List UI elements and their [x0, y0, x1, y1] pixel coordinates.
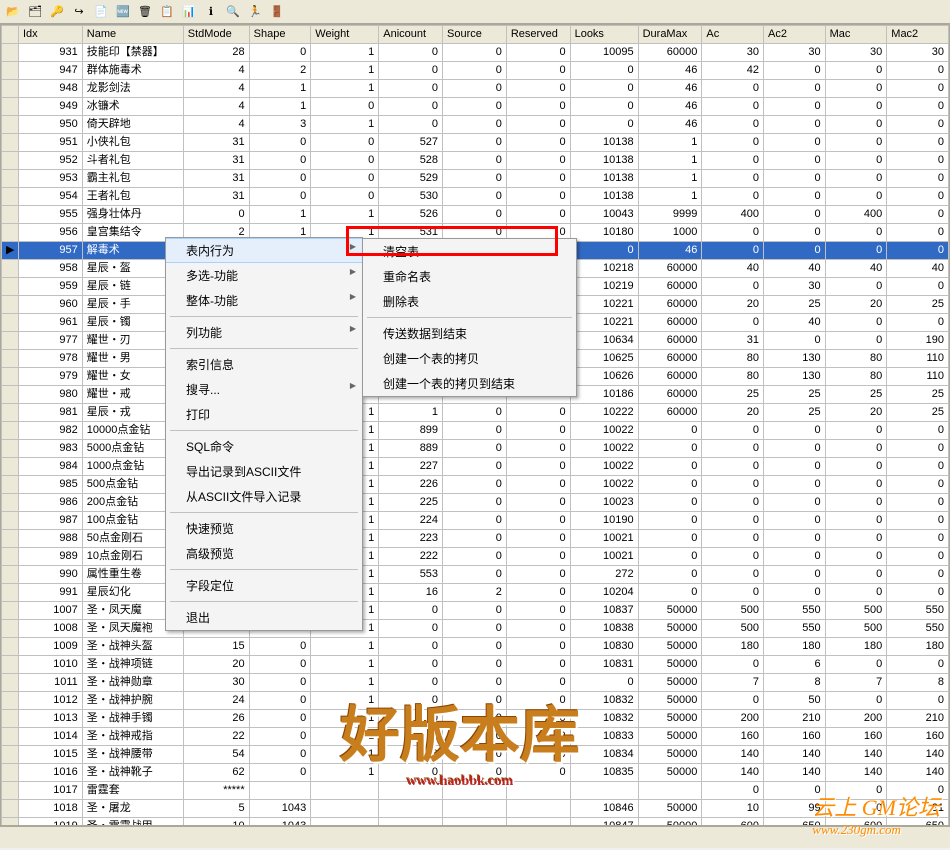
- toolbar-button-6[interactable]: 🗑: [137, 4, 153, 20]
- table-row[interactable]: 9835000点金钻1889001002200000: [2, 440, 949, 458]
- table-row[interactable]: 990属性重生卷15530027200000: [2, 566, 949, 584]
- table-row[interactable]: 985500点金钻1226001002200000: [2, 476, 949, 494]
- table-row[interactable]: 987100点金钻1224001019000000: [2, 512, 949, 530]
- menu-item[interactable]: 快速预览: [166, 516, 362, 541]
- submenu-item[interactable]: 重命名表: [363, 264, 576, 289]
- menu-item[interactable]: SQL命令: [166, 434, 362, 459]
- table-row[interactable]: 949冰镰术4100000460000: [2, 98, 949, 116]
- submenu-item[interactable]: 传送数据到结束: [363, 321, 576, 346]
- menu-item[interactable]: 打印: [166, 402, 362, 427]
- table-row[interactable]: 1013圣・战神手镯26010001083250000200210200210: [2, 710, 949, 728]
- table-row[interactable]: 1008圣・凤天魔袍111042100010838500005005505005…: [2, 620, 949, 638]
- column-header-duramax[interactable]: DuraMax: [638, 26, 702, 44]
- table-row[interactable]: 948龙影剑法4110000460000: [2, 80, 949, 98]
- table-row[interactable]: 1019圣・雷霆战甲1010431084750000600650600650: [2, 818, 949, 827]
- column-header-looks[interactable]: Looks: [570, 26, 638, 44]
- column-header-stdmode[interactable]: StdMode: [183, 26, 249, 44]
- table-row[interactable]: 952斗者礼包3100528001013810000: [2, 152, 949, 170]
- toolbar-button-10[interactable]: 🔍: [225, 4, 241, 20]
- table-row[interactable]: 1017雷霆套*****0000: [2, 782, 949, 800]
- column-header-mac[interactable]: Mac: [825, 26, 887, 44]
- table-row[interactable]: 950倚天辟地4310000460000: [2, 116, 949, 134]
- table-row[interactable]: 98210000点金钻1899001002200000: [2, 422, 949, 440]
- data-grid[interactable]: IdxNameStdModeShapeWeightAnicountSourceR…: [0, 24, 950, 826]
- submenu-item[interactable]: 删除表: [363, 289, 576, 314]
- table-row[interactable]: 986200点金钻1225001002300000: [2, 494, 949, 512]
- menu-item[interactable]: 多选-功能: [166, 263, 362, 288]
- column-header-shape[interactable]: Shape: [249, 26, 311, 44]
- toolbar-button-0[interactable]: 📂: [5, 4, 21, 20]
- status-bar: [0, 826, 950, 848]
- table-row[interactable]: 9841000点金钻1227001002200000: [2, 458, 949, 476]
- toolbar-button-4[interactable]: 📄: [93, 4, 109, 20]
- column-header-anicount[interactable]: Anicount: [379, 26, 443, 44]
- table-row[interactable]: 931技能印【禁器】2801000100956000030303030: [2, 44, 949, 62]
- menu-item[interactable]: 搜寻...: [166, 377, 362, 402]
- menu-item[interactable]: 退出: [166, 605, 362, 630]
- table-row[interactable]: 954王者礼包3100530001013810000: [2, 188, 949, 206]
- column-header-ac2[interactable]: Ac2: [764, 26, 826, 44]
- table-row[interactable]: 1014圣・战神戒指22010001083350000160160160160: [2, 728, 949, 746]
- menu-item[interactable]: 高级预览: [166, 541, 362, 566]
- toolbar-button-1[interactable]: 🗂: [27, 4, 43, 20]
- toolbar-button-8[interactable]: 📊: [181, 4, 197, 20]
- table-row[interactable]: 98850点金刚石1223001002100000: [2, 530, 949, 548]
- table-row[interactable]: 98910点金刚石1222001002100000: [2, 548, 949, 566]
- table-row[interactable]: 953霸主礼包3100529001013810000: [2, 170, 949, 188]
- menu-item[interactable]: 导出记录到ASCII文件: [166, 459, 362, 484]
- toolbar-button-7[interactable]: 📋: [159, 4, 175, 20]
- table-row[interactable]: 1012圣・战神护腕2401000108325000005000: [2, 692, 949, 710]
- table-row[interactable]: 1009圣・战神头盔15010001083050000180180180180: [2, 638, 949, 656]
- menu-item[interactable]: 索引信息: [166, 352, 362, 377]
- table-row[interactable]: 955强身壮体丹0115260010043999940004000: [2, 206, 949, 224]
- submenu-item[interactable]: 清空表: [363, 239, 576, 264]
- table-row[interactable]: 1018圣・屠龙5104310846500001099021: [2, 800, 949, 818]
- toolbar-button-5[interactable]: 🆕: [115, 4, 131, 20]
- table-row[interactable]: 1010圣・战神项链200100010831500000600: [2, 656, 949, 674]
- column-header-mac2[interactable]: Mac2: [887, 26, 949, 44]
- menu-item[interactable]: 整体-功能: [166, 288, 362, 313]
- table-row[interactable]: 951小侠礼包3100527001013810000: [2, 134, 949, 152]
- context-menu[interactable]: 表内行为多选-功能整体-功能列功能索引信息搜寻...打印 SQL命令导出记录到AS…: [165, 237, 363, 631]
- column-header-idx[interactable]: Idx: [19, 26, 83, 44]
- watermark-2: 云上 GM论坛 www.230gm.com: [812, 790, 940, 838]
- column-header-name[interactable]: Name: [82, 26, 183, 44]
- toolbar-button-2[interactable]: 🔑: [49, 4, 65, 20]
- column-header-weight[interactable]: Weight: [311, 26, 379, 44]
- table-row[interactable]: 947群体施毒术42100004642000: [2, 62, 949, 80]
- submenu[interactable]: 清空表重命名表删除表传送数据到结束创建一个表的拷贝创建一个表的拷贝到结束: [362, 238, 577, 397]
- table-row[interactable]: 1016圣・战神靴子62010001083550000140140140140: [2, 764, 949, 782]
- table-row[interactable]: 1011圣・战神勋章30010000500007878: [2, 674, 949, 692]
- submenu-item[interactable]: 创建一个表的拷贝到结束: [363, 371, 576, 396]
- toolbar-button-3[interactable]: ↪: [71, 4, 87, 20]
- menu-item[interactable]: 表内行为: [166, 238, 362, 263]
- menu-item[interactable]: 从ASCII文件导入记录: [166, 484, 362, 509]
- toolbar: 📂 🗂 🔑 ↪ 📄 🆕 🗑 📋 📊 ℹ 🔍 🏃 🚪: [0, 0, 950, 24]
- table-row[interactable]: 991星辰幻化116201020400000: [2, 584, 949, 602]
- table-row[interactable]: 1007圣・凤天魔10001083750000500550500550: [2, 602, 949, 620]
- toolbar-button-9[interactable]: ℹ: [203, 4, 219, 20]
- column-header-reserved[interactable]: Reserved: [506, 26, 570, 44]
- toolbar-button-12[interactable]: 🚪: [269, 4, 285, 20]
- table-row[interactable]: 1015圣・战神腰带54010001083450000140140140140: [2, 746, 949, 764]
- column-header-ac[interactable]: Ac: [702, 26, 764, 44]
- menu-item[interactable]: 字段定位: [166, 573, 362, 598]
- column-header-source[interactable]: Source: [443, 26, 507, 44]
- table-row[interactable]: 981星辰・戎1100102226000020252025: [2, 404, 949, 422]
- toolbar-button-11[interactable]: 🏃: [247, 4, 263, 20]
- menu-item[interactable]: 列功能: [166, 320, 362, 345]
- submenu-item[interactable]: 创建一个表的拷贝: [363, 346, 576, 371]
